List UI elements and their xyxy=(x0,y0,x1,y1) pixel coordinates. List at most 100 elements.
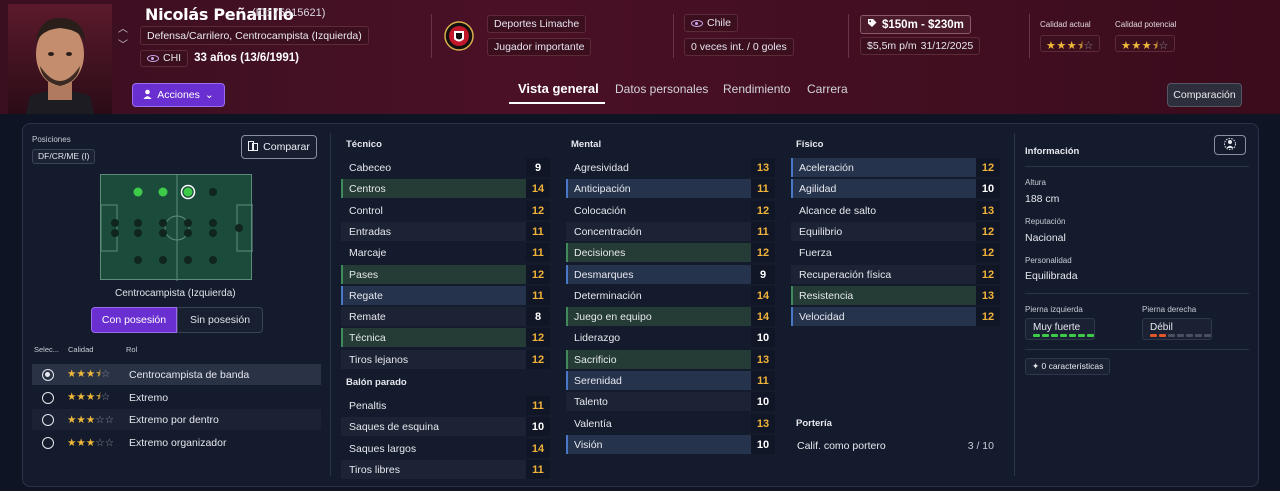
attribute-name: Anticipación xyxy=(574,182,631,195)
attribute-row[interactable]: Cabeceo 9 xyxy=(341,158,550,177)
player-age: 33 años (13/6/1991) xyxy=(194,52,299,64)
attribute-row[interactable]: Decisiones 12 xyxy=(566,243,775,262)
attribute-row[interactable]: Anticipación 11 xyxy=(566,179,775,198)
attribute-row[interactable]: Control 12 xyxy=(341,201,550,220)
role-name: Extremo xyxy=(129,391,169,404)
attribute-row[interactable]: Concentración 11 xyxy=(566,222,775,241)
attribute-row[interactable]: Liderazgo 10 xyxy=(566,328,775,347)
attribute-name: Resistencia xyxy=(799,289,854,302)
sparkle-icon: ✦ xyxy=(1032,361,1040,371)
attribute-row[interactable]: Tiros libres 11 xyxy=(341,460,550,479)
club-crest-icon[interactable] xyxy=(444,19,474,53)
attribute-row[interactable]: Colocación 12 xyxy=(566,201,775,220)
key-attribute-marker xyxy=(341,179,343,198)
attribute-row[interactable]: Entradas 11 xyxy=(341,222,550,241)
right-foot-chip: Débil xyxy=(1142,318,1212,340)
key-attribute-marker xyxy=(566,371,568,390)
actions-button[interactable]: Acciones ⌄ xyxy=(132,83,225,107)
nationality: Chile xyxy=(707,17,731,29)
attribute-value: 12 xyxy=(526,350,550,369)
role-header-role[interactable]: Rol xyxy=(126,345,137,354)
role-row[interactable]: ★★★☆☆ Extremo por dentro xyxy=(32,409,321,430)
chevron-up-icon[interactable]: ︿ xyxy=(116,22,130,38)
attribute-value: 11 xyxy=(751,179,775,198)
key-attribute-marker xyxy=(566,435,568,454)
info-settings-button[interactable] xyxy=(1214,135,1246,155)
attribute-row[interactable]: Pases 12 xyxy=(341,265,550,284)
club-name[interactable]: Deportes Limache xyxy=(487,15,587,33)
key-attribute-marker xyxy=(791,179,793,198)
tab-datos-personales[interactable]: Datos personales xyxy=(615,82,708,96)
attribute-row[interactable]: Remate 8 xyxy=(341,307,550,326)
role-row[interactable]: ★★★⯨☆ Centrocampista de banda xyxy=(32,364,321,385)
attribute-row[interactable]: Sacrificio 13 xyxy=(566,350,775,369)
out-of-possession-button[interactable]: Sin posesión xyxy=(177,307,263,333)
goalkeeper-rating-label: Calif. como portero xyxy=(797,439,886,452)
attribute-row[interactable]: Velocidad 12 xyxy=(791,307,1000,326)
compare-button[interactable]: Comparar xyxy=(241,135,317,159)
radio-unselected[interactable] xyxy=(42,413,54,426)
attribute-row[interactable]: Desmarques 9 xyxy=(566,265,775,284)
section-title-fisico: Físico xyxy=(796,139,824,150)
tag-icon xyxy=(867,18,877,31)
attribute-row[interactable]: Agresividad 13 xyxy=(566,158,775,177)
radio-unselected[interactable] xyxy=(42,436,54,449)
attribute-row[interactable]: Serenidad 11 xyxy=(566,371,775,390)
attribute-value: 9 xyxy=(751,265,775,284)
attribute-row[interactable]: Alcance de salto 13 xyxy=(791,201,1000,220)
left-foot-value: Muy fuerte xyxy=(1033,322,1081,333)
attribute-row[interactable]: Saques de esquina 10 xyxy=(341,417,550,436)
attribute-row[interactable]: Técnica 12 xyxy=(341,328,550,347)
radio-selected[interactable] xyxy=(42,368,54,381)
active-tab-indicator xyxy=(509,102,605,104)
attribute-name: Aceleración xyxy=(799,161,854,174)
tab-vista-general[interactable]: Vista general xyxy=(518,81,599,96)
attribute-row[interactable]: Penaltis 11 xyxy=(341,396,550,415)
attribute-row[interactable]: Agilidad 10 xyxy=(791,179,1000,198)
attribute-row[interactable]: Marcaje 11 xyxy=(341,243,550,262)
attribute-row[interactable]: Valentía 13 xyxy=(566,414,775,433)
attribute-value: 11 xyxy=(526,460,550,479)
attribute-name: Fuerza xyxy=(799,246,832,259)
attribute-row[interactable]: Resistencia 13 xyxy=(791,286,1000,305)
attribute-row[interactable]: Talento 10 xyxy=(566,392,775,411)
role-header-quality[interactable]: Calidad xyxy=(68,345,93,354)
attribute-row[interactable]: Visión 10 xyxy=(566,435,775,454)
person-icon xyxy=(143,89,152,102)
caps-goals: 0 veces int. / 0 goles xyxy=(684,38,794,56)
attribute-row[interactable]: Determinación 14 xyxy=(566,286,775,305)
attribute-row[interactable]: Saques largos 14 xyxy=(341,439,550,458)
comparison-button[interactable]: Comparación xyxy=(1167,83,1242,107)
role-row[interactable]: ★★★☆☆ Extremo organizador xyxy=(32,432,321,453)
wage: $5,5m p/m xyxy=(867,40,917,52)
attribute-row[interactable]: Equilibrio 12 xyxy=(791,222,1000,241)
in-possession-button[interactable]: Con posesión xyxy=(91,307,177,333)
position-pitch[interactable] xyxy=(100,174,254,281)
attribute-row[interactable]: Recuperación física 12 xyxy=(791,265,1000,284)
role-header-select[interactable]: Selec... xyxy=(34,345,59,354)
tab-carrera[interactable]: Carrera xyxy=(807,82,848,96)
value-range: $150m - $230m xyxy=(882,18,964,31)
attribute-value: 14 xyxy=(751,307,775,326)
player-nav-arrows[interactable]: ︿ ﹀ xyxy=(116,22,130,54)
tab-rendimiento[interactable]: Rendimiento xyxy=(723,82,790,96)
attribute-row[interactable]: Aceleración 12 xyxy=(791,158,1000,177)
attribute-row[interactable]: Tiros lejanos 12 xyxy=(341,350,550,369)
attribute-row[interactable]: Fuerza 12 xyxy=(791,243,1000,262)
attribute-name: Cabeceo xyxy=(349,161,392,174)
role-row[interactable]: ★★★⯨☆ Extremo xyxy=(32,387,321,408)
attribute-value: 12 xyxy=(526,328,550,347)
traits-chip[interactable]: ✦ 0 características xyxy=(1025,358,1111,375)
nationality-chip[interactable]: Chile xyxy=(684,14,738,32)
chevron-down-icon[interactable]: ﹀ xyxy=(116,38,130,54)
transfer-value: $150m - $230m xyxy=(860,15,971,34)
attribute-value: 11 xyxy=(751,371,775,390)
attribute-row[interactable]: Centros 14 xyxy=(341,179,550,198)
contract-chip: $5,5m p/m 31/12/2025 xyxy=(860,37,981,55)
traits-value: 0 características xyxy=(1041,361,1104,371)
attribute-row[interactable]: Regate 11 xyxy=(341,286,550,305)
section-title-tecnico: Técnico xyxy=(346,139,382,150)
attribute-row[interactable]: Juego en equipo 14 xyxy=(566,307,775,326)
radio-unselected[interactable] xyxy=(42,391,54,404)
reputation-label: Reputación xyxy=(1025,217,1066,226)
